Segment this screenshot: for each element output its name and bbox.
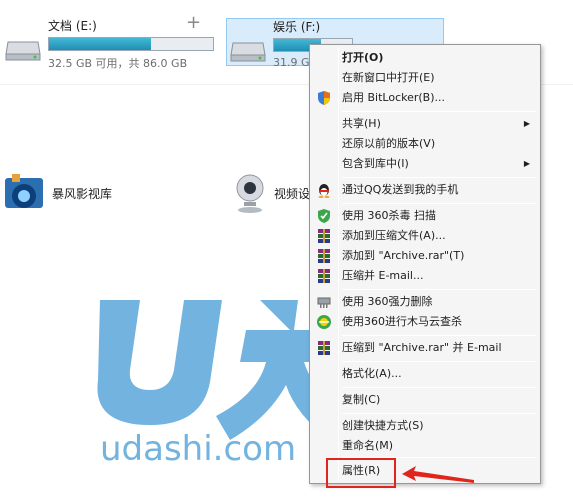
menu-item-open-new-window[interactable]: 在新窗口中打开(E) <box>312 68 538 88</box>
menu-item-share[interactable]: 共享(H) ▶ <box>312 114 538 134</box>
menu-item-restore-versions[interactable]: 还原以前的版本(V) <box>312 134 538 154</box>
red-arrow-icon <box>402 466 474 483</box>
shield-uac-icon <box>318 91 330 105</box>
webcam-icon <box>236 174 264 213</box>
context-menu: 打开(O) 在新窗口中打开(E) 启用 BitLocker(B)... 共享(H… <box>309 44 541 484</box>
menu-item-360-force-delete[interactable]: 使用 360强力删除 <box>312 292 538 312</box>
menu-item-360-antivirus[interactable]: 使用 360杀毒 扫描 <box>312 206 538 226</box>
menu-item-include-library[interactable]: 包含到库中(I) ▶ <box>312 154 538 174</box>
drive-e-size: 32.5 GB 可用，共 86.0 GB <box>48 57 188 70</box>
submenu-arrow-icon: ▶ <box>523 159 530 168</box>
menu-item-rename[interactable]: 重命名(M) <box>312 436 538 456</box>
library-video[interactable]: 视频设 <box>232 172 310 214</box>
menu-item-copy[interactable]: 复制(C) <box>312 390 538 410</box>
menu-item-qq-send[interactable]: 通过QQ发送到我的手机 <box>312 180 538 200</box>
library-label: 暴风影视库 <box>52 186 113 201</box>
menu-item-open[interactable]: 打开(O) <box>312 48 538 68</box>
menu-item-create-shortcut[interactable]: 创建快捷方式(S) <box>312 416 538 436</box>
watermark-text: udashi.com <box>100 429 296 469</box>
shield-360-icon <box>318 209 330 223</box>
plus-icon: + <box>186 12 202 33</box>
winrar-icon <box>318 229 330 243</box>
drive-e-usage-bar <box>48 37 214 51</box>
qq-penguin-icon <box>318 184 330 198</box>
menu-item-360-trojan-scan[interactable]: 使用360进行木马云查杀 <box>312 312 538 332</box>
winrar-icon <box>318 269 330 283</box>
shredder-icon <box>317 297 331 308</box>
hard-drive-icon <box>5 41 41 61</box>
winrar-icon <box>318 341 330 355</box>
360-ball-icon <box>317 315 331 329</box>
menu-item-add-archive[interactable]: 添加到压缩文件(A)... <box>312 226 538 246</box>
drive-f-name: 娱乐 (F:) <box>273 20 321 34</box>
menu-item-compress-rar-email[interactable]: 压缩到 "Archive.rar" 并 E-mail <box>312 338 538 358</box>
menu-item-format[interactable]: 格式化(A)... <box>312 364 538 384</box>
submenu-arrow-icon: ▶ <box>523 119 530 128</box>
library-label: 视频设 <box>274 186 311 201</box>
library-baofeng[interactable]: 暴风影视库 <box>2 172 112 214</box>
menu-item-add-archive-rar[interactable]: 添加到 "Archive.rar"(T) <box>312 246 538 266</box>
baofeng-library-icon <box>5 174 43 208</box>
menu-item-compress-email[interactable]: 压缩并 E-mail... <box>312 266 538 286</box>
drive-e-tile[interactable]: 文档 (E:) 32.5 GB 可用，共 86.0 GB <box>4 18 214 71</box>
highlight-box <box>326 458 396 488</box>
winrar-icon <box>318 249 330 263</box>
hard-drive-icon <box>230 42 266 62</box>
menu-item-bitlocker[interactable]: 启用 BitLocker(B)... <box>312 88 538 108</box>
